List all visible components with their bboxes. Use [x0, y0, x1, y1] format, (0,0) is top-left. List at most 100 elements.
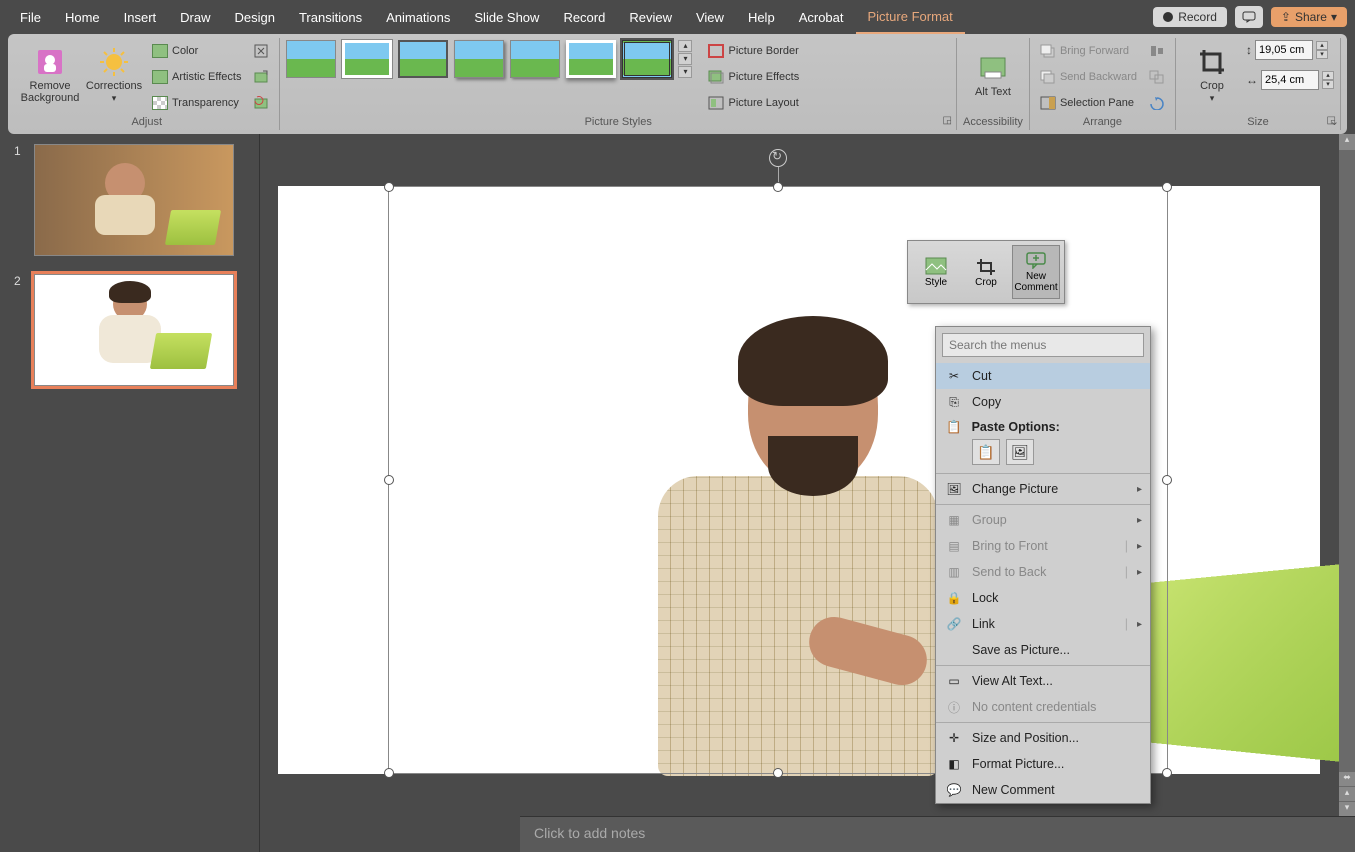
style-thumb-2[interactable]	[342, 40, 392, 78]
notes-area[interactable]: Click to add notes	[520, 816, 1355, 852]
tab-file[interactable]: File	[8, 2, 53, 33]
mini-crop-icon	[975, 257, 997, 275]
cut-icon: ✂	[946, 368, 962, 384]
context-link[interactable]: 🔗Link|▸	[936, 611, 1150, 637]
lock-icon: 🔒	[946, 590, 962, 606]
context-change-picture[interactable]: 🖼Change Picture▸	[936, 476, 1150, 502]
reset-picture-button[interactable]	[249, 92, 273, 114]
context-copy[interactable]: ⎘Copy	[936, 389, 1150, 415]
transparency-button[interactable]: Transparency	[148, 92, 245, 114]
tab-picture-format[interactable]: Picture Format	[856, 1, 965, 34]
collapse-ribbon-icon[interactable]: ⌄	[1330, 115, 1339, 128]
context-save-as-picture[interactable]: Save as Picture...	[936, 637, 1150, 663]
tab-transitions[interactable]: Transitions	[287, 2, 374, 33]
rotate-handle[interactable]	[769, 149, 787, 167]
change-picture-button[interactable]	[249, 66, 273, 88]
remove-background-button[interactable]: Remove Background	[20, 40, 80, 110]
prev-slide-icon[interactable]: ▴	[1339, 787, 1355, 801]
color-button[interactable]: Color	[148, 40, 245, 62]
accessibility-label: Accessibility	[963, 114, 1023, 128]
align-icon	[1149, 44, 1165, 58]
context-search-input[interactable]: Search the menus	[942, 333, 1144, 357]
height-spinner[interactable]: ▴▾	[1316, 41, 1328, 59]
send-backward-label: Send Backward	[1060, 71, 1137, 83]
format-picture-icon: ◧	[946, 756, 962, 772]
handle-sw[interactable]	[384, 768, 394, 778]
rotate-button[interactable]	[1145, 92, 1169, 114]
handle-e[interactable]	[1162, 475, 1172, 485]
width-spinner[interactable]: ▴▾	[1322, 71, 1334, 89]
style-thumb-7[interactable]	[622, 40, 672, 78]
slide-thumb-2[interactable]	[34, 274, 234, 386]
styles-dialog-launcher[interactable]: ◲	[943, 115, 952, 126]
style-thumb-4[interactable]	[454, 40, 504, 78]
picture-layout-button[interactable]: Picture Layout	[704, 92, 803, 114]
width-input[interactable]	[1261, 70, 1319, 90]
format-picture-label: Format Picture...	[972, 757, 1064, 771]
slide-panel[interactable]: 1 2	[0, 134, 260, 852]
vertical-scrollbar[interactable]: ▴ ⬌ ▴ ▾	[1339, 134, 1355, 816]
alt-text-button[interactable]: Alt Text	[963, 40, 1023, 110]
slide-thumb-1[interactable]	[34, 144, 234, 256]
share-button[interactable]: ⇪Share▾	[1271, 7, 1347, 27]
compress-pictures-button[interactable]	[249, 40, 273, 62]
tab-draw[interactable]: Draw	[168, 2, 222, 33]
tab-home[interactable]: Home	[53, 2, 112, 33]
share-label: Share	[1295, 10, 1327, 24]
info-icon: ⓘ	[946, 699, 962, 715]
mini-comment-icon	[1025, 251, 1047, 269]
artistic-effects-button[interactable]: Artistic Effects	[148, 66, 245, 88]
tab-slideshow[interactable]: Slide Show	[462, 2, 551, 33]
context-cut[interactable]: ✂ Cut	[936, 363, 1150, 389]
picture-styles-gallery[interactable]: ▴▾▾	[286, 40, 692, 78]
scroll-up-icon[interactable]: ▴	[1339, 134, 1355, 150]
style-thumb-1[interactable]	[286, 40, 336, 78]
canvas-area[interactable]: Style Crop New Comment Search the menus …	[260, 134, 1355, 852]
context-format-picture[interactable]: ◧ Format Picture...	[936, 751, 1150, 777]
mini-style-button[interactable]: Style	[912, 245, 960, 299]
context-new-comment[interactable]: 💬New Comment	[936, 777, 1150, 803]
context-cut-label: Cut	[972, 369, 991, 383]
style-thumb-3[interactable]	[398, 40, 448, 78]
remove-background-label: Remove Background	[20, 80, 80, 104]
tab-view[interactable]: View	[684, 2, 736, 33]
handle-n[interactable]	[773, 182, 783, 192]
tab-record[interactable]: Record	[551, 2, 617, 33]
tab-acrobat[interactable]: Acrobat	[787, 2, 856, 33]
reset-icon	[253, 95, 269, 111]
picture-effects-button[interactable]: Picture Effects	[704, 66, 803, 88]
mini-new-comment-button[interactable]: New Comment	[1012, 245, 1060, 299]
mini-crop-button[interactable]: Crop	[962, 245, 1010, 299]
style-thumb-5[interactable]	[510, 40, 560, 78]
arrange-label: Arrange	[1036, 114, 1169, 128]
fit-icon[interactable]: ⬌	[1339, 772, 1355, 786]
tab-insert[interactable]: Insert	[112, 2, 169, 33]
record-button[interactable]: Record	[1153, 7, 1227, 27]
handle-ne[interactable]	[1162, 182, 1172, 192]
paste-option-1[interactable]: 📋	[972, 439, 1000, 465]
comments-icon[interactable]	[1235, 6, 1263, 28]
context-size-position[interactable]: ✛Size and Position...	[936, 725, 1150, 751]
paste-option-2[interactable]: 🖼	[1006, 439, 1034, 465]
align-button[interactable]	[1145, 40, 1169, 62]
gallery-scroll[interactable]: ▴▾▾	[678, 40, 692, 78]
style-thumb-6[interactable]	[566, 40, 616, 78]
picture-border-button[interactable]: Picture Border	[704, 40, 803, 62]
context-lock[interactable]: 🔒Lock	[936, 585, 1150, 611]
tab-review[interactable]: Review	[617, 2, 684, 33]
height-input[interactable]	[1255, 40, 1313, 60]
alt-text-icon: ▭	[946, 673, 962, 689]
handle-w[interactable]	[384, 475, 394, 485]
tab-design[interactable]: Design	[223, 2, 287, 33]
alt-text-label: Alt Text	[975, 86, 1011, 98]
context-view-alt-text[interactable]: ▭View Alt Text...	[936, 668, 1150, 694]
tab-help[interactable]: Help	[736, 2, 787, 33]
selection-pane-button[interactable]: Selection Pane	[1036, 92, 1141, 114]
crop-button[interactable]: Crop ▾	[1182, 40, 1242, 110]
handle-s[interactable]	[773, 768, 783, 778]
next-slide-icon[interactable]: ▾	[1339, 802, 1355, 816]
handle-se[interactable]	[1162, 768, 1172, 778]
corrections-button[interactable]: Corrections ▾	[84, 40, 144, 110]
handle-nw[interactable]	[384, 182, 394, 192]
tab-animations[interactable]: Animations	[374, 2, 462, 33]
